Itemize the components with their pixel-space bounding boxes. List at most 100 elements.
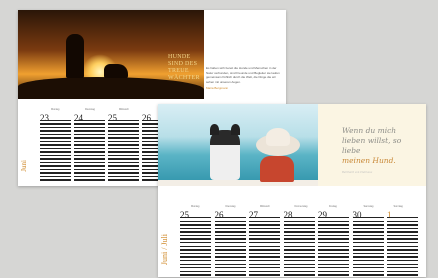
writing-line bbox=[74, 137, 105, 139]
day-column: 27Mittwoch bbox=[249, 205, 284, 276]
writing-line bbox=[214, 249, 246, 251]
writing-line bbox=[249, 220, 280, 222]
dog-silhouette bbox=[104, 64, 128, 78]
writing-line bbox=[108, 175, 139, 178]
writing-line bbox=[108, 161, 139, 164]
writing-line bbox=[387, 234, 418, 237]
writing-line bbox=[318, 234, 349, 237]
writing-line bbox=[283, 245, 315, 248]
writing-line bbox=[249, 224, 280, 226]
weekday-label: Montag bbox=[191, 205, 200, 208]
writing-line bbox=[40, 120, 71, 122]
writing-line bbox=[180, 227, 211, 230]
writing-line bbox=[352, 274, 384, 276]
writing-line bbox=[74, 133, 105, 136]
photo-quote: Hunde sind des treue Wächter bbox=[168, 54, 200, 81]
writing-line bbox=[387, 242, 418, 244]
writing-line bbox=[283, 234, 315, 237]
dog-quote: Wenn du mich lieben willst, so liebe mei… bbox=[342, 126, 422, 178]
writing-line bbox=[352, 256, 384, 258]
writing-line bbox=[249, 274, 280, 276]
writing-line bbox=[352, 238, 384, 240]
writing-line bbox=[214, 220, 246, 222]
writing-line bbox=[352, 242, 384, 244]
day-column: 26Dienstag bbox=[214, 205, 250, 276]
writing-line bbox=[40, 133, 71, 136]
writing-line bbox=[283, 252, 315, 255]
weekday-label: Dienstag bbox=[85, 108, 95, 111]
writing-line bbox=[352, 245, 384, 248]
writing-line bbox=[180, 220, 211, 222]
writing-line bbox=[387, 238, 418, 240]
writing-line bbox=[40, 161, 71, 164]
writing-line bbox=[108, 172, 139, 174]
writing-line bbox=[387, 249, 418, 251]
writing-line bbox=[318, 220, 349, 222]
writing-line bbox=[108, 179, 139, 181]
dog-ear-right bbox=[231, 124, 240, 135]
writing-lines bbox=[249, 217, 280, 278]
writing-line bbox=[249, 242, 280, 244]
writing-line bbox=[387, 220, 418, 222]
writing-line bbox=[40, 130, 71, 132]
writing-line bbox=[249, 231, 280, 233]
writing-line bbox=[180, 224, 211, 226]
writing-line bbox=[318, 274, 349, 276]
writing-line bbox=[108, 120, 139, 122]
writing-line bbox=[318, 249, 349, 251]
writing-line bbox=[40, 144, 71, 146]
writing-line bbox=[180, 249, 211, 251]
day-columns: 23Montag 24Dienstag 25Mittwoch 26 bbox=[40, 108, 176, 181]
writing-line bbox=[352, 252, 384, 255]
writing-line bbox=[40, 151, 71, 153]
day-column: 25Montag bbox=[180, 205, 215, 276]
writing-line bbox=[387, 263, 418, 265]
writing-line bbox=[387, 270, 418, 273]
writing-lines bbox=[40, 120, 71, 183]
weekday-label: Samstag bbox=[363, 205, 374, 208]
beach-dog-photo bbox=[158, 104, 318, 186]
writing-line bbox=[318, 252, 349, 255]
weekday-label: Mittwoch bbox=[119, 108, 129, 111]
writing-line bbox=[74, 161, 105, 164]
writing-line bbox=[283, 231, 315, 233]
writing-line bbox=[214, 217, 246, 219]
writing-line bbox=[40, 140, 71, 143]
writing-lines bbox=[214, 217, 246, 278]
writing-line bbox=[352, 227, 384, 230]
day-column: 30Samstag bbox=[352, 205, 388, 276]
writing-line bbox=[74, 175, 105, 178]
writing-lines bbox=[318, 217, 349, 278]
writing-line bbox=[214, 274, 246, 276]
writing-line bbox=[180, 259, 211, 262]
writing-line bbox=[108, 130, 139, 132]
writing-line bbox=[283, 263, 315, 265]
writing-line bbox=[108, 154, 139, 157]
writing-lines bbox=[108, 120, 139, 183]
writing-line bbox=[108, 137, 139, 139]
writing-line bbox=[249, 227, 280, 230]
writing-line bbox=[40, 158, 71, 160]
writing-line bbox=[108, 123, 139, 125]
writing-line bbox=[180, 234, 211, 237]
writing-line bbox=[74, 126, 105, 129]
writing-line bbox=[387, 259, 418, 262]
writing-line bbox=[108, 158, 139, 160]
writing-line bbox=[318, 256, 349, 258]
writing-line bbox=[352, 224, 384, 226]
bulldog bbox=[210, 130, 240, 180]
writing-line bbox=[74, 165, 105, 167]
writing-line bbox=[214, 252, 246, 255]
writing-line bbox=[108, 151, 139, 153]
writing-line bbox=[387, 231, 418, 233]
writing-line bbox=[249, 270, 280, 273]
writing-line bbox=[352, 234, 384, 237]
writing-line bbox=[108, 147, 139, 150]
writing-line bbox=[352, 267, 384, 269]
text-block: Es haben sich bereit die Hunde und Mensc… bbox=[206, 66, 284, 91]
writing-line bbox=[40, 175, 71, 178]
writing-line bbox=[74, 151, 105, 153]
writing-line bbox=[249, 263, 280, 265]
writing-line bbox=[180, 217, 211, 219]
quote-line-2: lieben willst, so liebe bbox=[342, 136, 402, 155]
